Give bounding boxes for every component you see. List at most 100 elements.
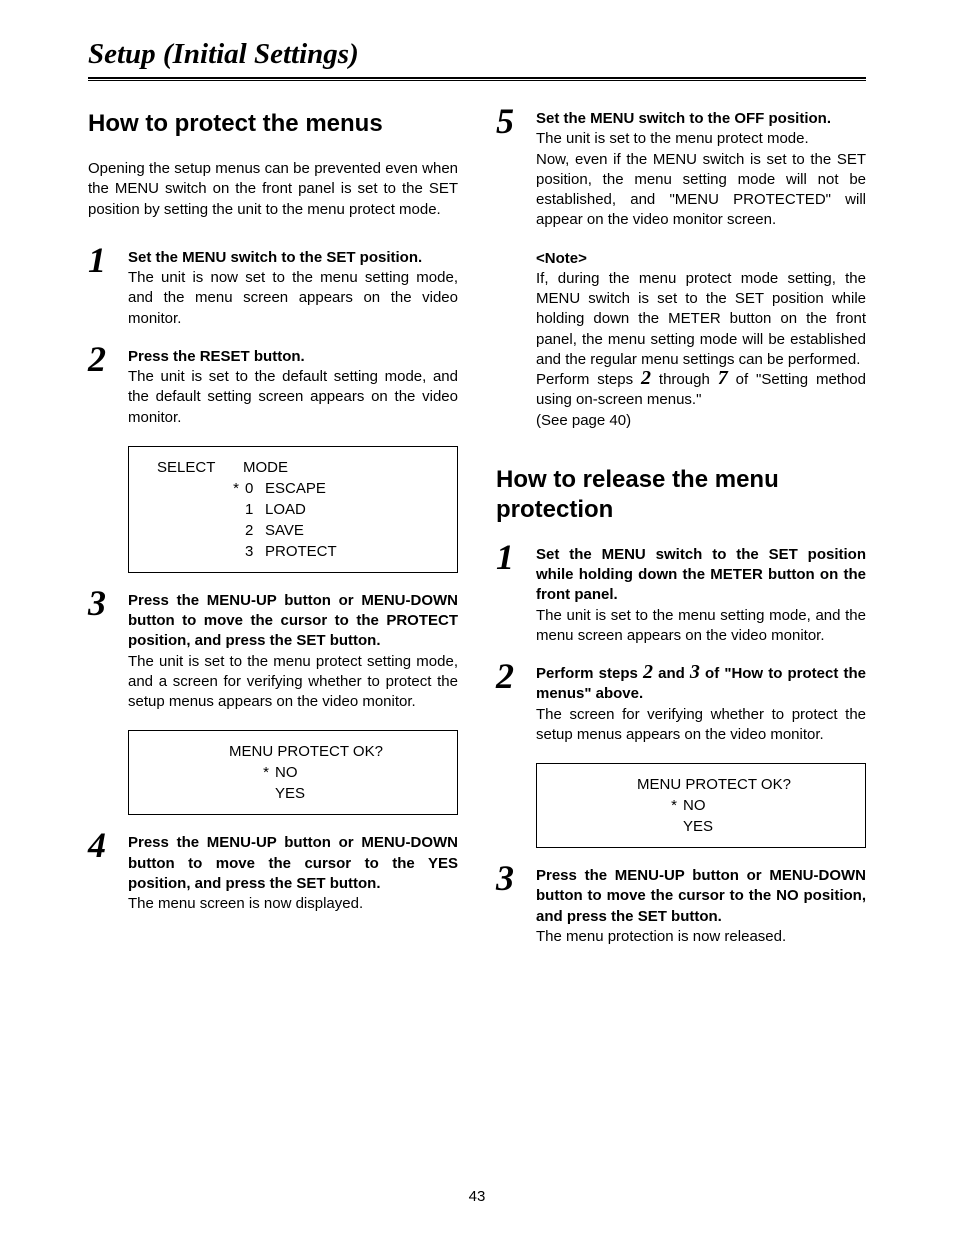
marker-empty xyxy=(143,520,245,541)
step-number: 2 xyxy=(496,664,536,689)
row-num: 0 xyxy=(245,478,259,499)
row-label: YES xyxy=(275,783,305,804)
step-desc: The unit is set to the menu protect sett… xyxy=(128,652,458,713)
row-label: NO xyxy=(683,795,706,816)
marker-icon: * xyxy=(143,478,245,499)
step-desc: The unit is set to the menu setting mode… xyxy=(536,606,866,647)
row-label: ESCAPE xyxy=(259,478,326,499)
protect-step-5: 5 Set the MENU switch to the OFF positio… xyxy=(496,109,866,231)
note-para-1: If, during the menu protect mode setting… xyxy=(536,269,866,370)
note-para-3: (See page 40) xyxy=(536,411,866,431)
step-desc: The unit is set to the default setting m… xyxy=(128,367,458,428)
step-body: Set the MENU switch to the SET position.… xyxy=(128,248,458,329)
screen-row: * 0 ESCAPE xyxy=(143,478,443,499)
text: Perform steps xyxy=(536,371,641,388)
protect-step-2: 2 Press the RESET button. The unit is se… xyxy=(88,347,458,428)
text: through xyxy=(651,371,718,388)
step-body: Perform steps 2 and 3 of "How to protect… xyxy=(536,664,866,745)
step-body: Press the MENU-UP button or MENU-DOWN bu… xyxy=(128,833,458,914)
step-lead: Set the MENU switch to the SET position. xyxy=(128,248,458,268)
step-desc: The menu screen is now displayed. xyxy=(128,894,458,914)
marker-empty xyxy=(551,816,683,837)
step-number: 1 xyxy=(496,545,536,570)
protect-step-3: 3 Press the MENU-UP button or MENU-DOWN … xyxy=(88,591,458,713)
step-number: 5 xyxy=(496,109,536,134)
page-title: Setup (Initial Settings) xyxy=(88,38,866,71)
note-heading: <Note> xyxy=(536,249,866,269)
step-body: Press the MENU-UP button or MENU-DOWN bu… xyxy=(536,866,866,947)
screen-row: 3 PROTECT xyxy=(143,541,443,562)
screen-header: SELECT MODE xyxy=(143,457,443,478)
step-desc: The unit is now set to the menu setting … xyxy=(128,268,458,329)
step-number: 3 xyxy=(88,591,128,616)
intro-protect: Opening the setup menus can be prevented… xyxy=(88,159,458,220)
step-number: 2 xyxy=(88,347,128,372)
screen-select-mode: SELECT MODE * 0 ESCAPE 1 LOAD 2 SAVE xyxy=(128,446,458,573)
row-label: SAVE xyxy=(259,520,304,541)
screen-row: 1 LOAD xyxy=(143,499,443,520)
marker-icon: * xyxy=(551,795,683,816)
step-number: 4 xyxy=(88,833,128,858)
row-label: YES xyxy=(683,816,713,837)
screen-options: * NO YES xyxy=(143,762,443,804)
step-lead: Perform steps 2 and 3 of "How to protect… xyxy=(536,664,866,705)
heading-protect: How to protect the menus xyxy=(88,109,458,139)
screen-row: YES xyxy=(551,816,851,837)
row-label: LOAD xyxy=(259,499,306,520)
header-select: SELECT xyxy=(143,457,243,478)
title-rule-thin xyxy=(88,80,866,81)
screen-items: * 0 ESCAPE 1 LOAD 2 SAVE 3 PROTEC xyxy=(143,478,443,562)
step-desc-1: The unit is set to the menu protect mode… xyxy=(536,129,866,149)
inline-num-2: 2 xyxy=(643,661,653,683)
left-column: How to protect the menus Opening the set… xyxy=(88,109,458,965)
protect-step-1: 1 Set the MENU switch to the SET positio… xyxy=(88,248,458,329)
row-num: 1 xyxy=(245,499,259,520)
row-label: PROTECT xyxy=(259,541,337,562)
inline-num-3: 3 xyxy=(690,661,700,683)
inline-num-7: 7 xyxy=(718,367,728,389)
step-lead: Press the RESET button. xyxy=(128,347,458,367)
two-columns: How to protect the menus Opening the set… xyxy=(88,109,866,965)
note-block: <Note> If, during the menu protect mode … xyxy=(536,249,866,431)
row-num: 3 xyxy=(245,541,259,562)
step-lead: Press the MENU-UP button or MENU-DOWN bu… xyxy=(128,591,458,652)
step-body: Set the MENU switch to the OFF position.… xyxy=(536,109,866,231)
screen-row: YES xyxy=(143,783,443,804)
marker-empty xyxy=(143,783,275,804)
screen-protect-ok-2: MENU PROTECT OK? * NO YES xyxy=(536,763,866,848)
release-step-3: 3 Press the MENU-UP button or MENU-DOWN … xyxy=(496,866,866,947)
release-step-1: 1 Set the MENU switch to the SET positio… xyxy=(496,545,866,646)
screen-title: MENU PROTECT OK? xyxy=(143,741,443,762)
screen-row: 2 SAVE xyxy=(143,520,443,541)
note-para-2: Perform steps 2 through 7 of "Setting me… xyxy=(536,370,866,411)
text: and xyxy=(653,665,690,682)
screen-options: * NO YES xyxy=(551,795,851,837)
header-mode: MODE xyxy=(243,457,288,478)
step-lead: Set the MENU switch to the OFF position. xyxy=(536,109,866,129)
row-label: NO xyxy=(275,762,298,783)
step-number: 3 xyxy=(496,866,536,891)
screen-row: * NO xyxy=(143,762,443,783)
step-lead: Set the MENU switch to the SET position … xyxy=(536,545,866,606)
heading-release: How to release the menu protection xyxy=(496,465,866,525)
marker-empty xyxy=(143,541,245,562)
screen-protect-ok-1: MENU PROTECT OK? * NO YES xyxy=(128,730,458,815)
step-desc: The screen for verifying whether to prot… xyxy=(536,705,866,746)
step-body: Set the MENU switch to the SET position … xyxy=(536,545,866,646)
release-step-2: 2 Perform steps 2 and 3 of "How to prote… xyxy=(496,664,866,745)
screen-title: MENU PROTECT OK? xyxy=(551,774,851,795)
step-desc: The menu protection is now released. xyxy=(536,927,866,947)
text: Perform steps xyxy=(536,665,643,682)
marker-empty xyxy=(143,499,245,520)
inline-num-2: 2 xyxy=(641,367,651,389)
step-number: 1 xyxy=(88,248,128,273)
marker-icon: * xyxy=(143,762,275,783)
page-number: 43 xyxy=(0,1188,954,1205)
title-rule-thick xyxy=(88,77,866,79)
step-body: Press the RESET button. The unit is set … xyxy=(128,347,458,428)
right-column: 5 Set the MENU switch to the OFF positio… xyxy=(496,109,866,965)
step-lead: Press the MENU-UP button or MENU-DOWN bu… xyxy=(128,833,458,894)
row-num: 2 xyxy=(245,520,259,541)
step-body: Press the MENU-UP button or MENU-DOWN bu… xyxy=(128,591,458,713)
screen-row: * NO xyxy=(551,795,851,816)
